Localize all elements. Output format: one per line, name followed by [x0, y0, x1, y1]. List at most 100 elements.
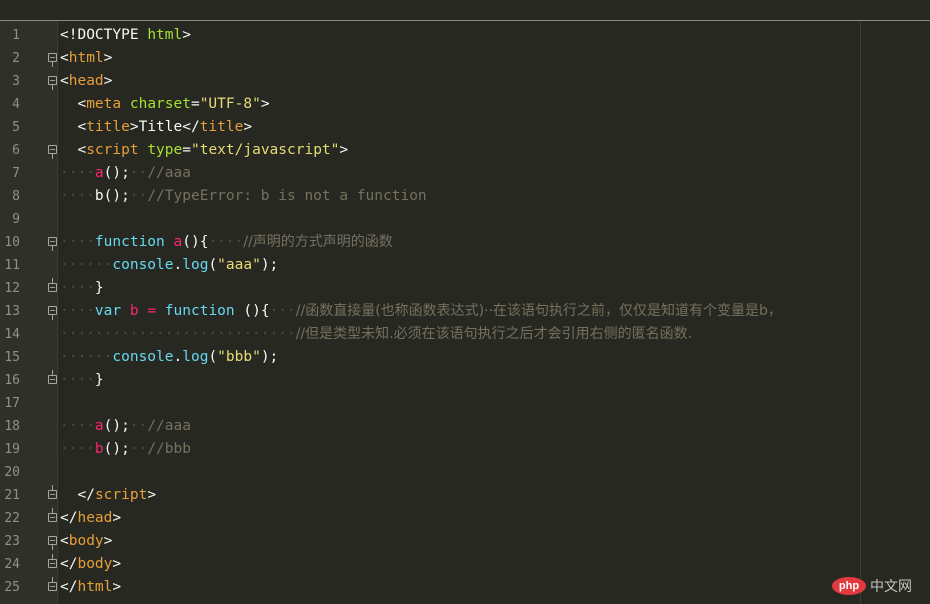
fold-collapse-icon[interactable]: − [48, 237, 57, 251]
line-number: 10 [4, 235, 20, 250]
code-token: "aaa" [217, 257, 261, 273]
code-line[interactable]: 3 − <head> [0, 70, 930, 93]
code-text: <head> [60, 70, 112, 93]
code-text: <script type="text/javascript"> [60, 139, 348, 162]
code-line[interactable]: 6 − <script type="text/javascript"> [0, 139, 930, 162]
code-token: ···· [60, 303, 95, 319]
editor-top-bar [0, 0, 930, 21]
fold-end-icon: − [48, 278, 57, 292]
line-number: 21 [4, 488, 20, 503]
code-token: < [60, 73, 69, 89]
code-line[interactable]: 25 − </html> [0, 576, 930, 599]
line-number: 11 [4, 258, 20, 273]
code-text: ····a();··//aaa [60, 162, 191, 185]
code-token: var [94, 303, 122, 319]
code-token: html [147, 27, 183, 43]
code-token: meta [86, 96, 122, 112]
code-token: ( [208, 257, 218, 273]
code-token: > [182, 27, 191, 43]
code-line[interactable]: 20 [0, 461, 930, 484]
code-token: ···· [60, 188, 95, 204]
code-token: ······ [60, 349, 113, 365]
code-token: </ [60, 556, 78, 572]
code-token: > [103, 73, 113, 89]
code-token: = [182, 142, 191, 158]
line-number: 20 [4, 465, 20, 480]
code-line[interactable]: 12 − ····} [0, 277, 930, 300]
code-text: </html> [60, 576, 121, 599]
code-line[interactable]: 9 [0, 208, 930, 231]
code-token: charset [129, 96, 191, 112]
code-token: title [199, 119, 244, 135]
code-token: <!DOCTYPE [60, 27, 148, 43]
code-token: </ [77, 487, 95, 503]
code-token: ···· [60, 418, 95, 434]
code-token: < [77, 142, 87, 158]
code-token: } [94, 372, 104, 388]
code-line[interactable]: 14 ···························//但是类型未知.必须… [0, 323, 930, 346]
fold-collapse-icon[interactable]: − [48, 53, 57, 67]
code-line[interactable]: 17 [0, 392, 930, 415]
code-line[interactable]: 18 ····a();··//aaa [0, 415, 930, 438]
code-line[interactable]: 2 − <html> [0, 47, 930, 70]
fold-collapse-icon[interactable]: − [48, 536, 57, 550]
code-line[interactable]: 21 − </script> [0, 484, 930, 507]
code-token: ···· [60, 372, 95, 388]
code-text: <html> [60, 47, 112, 70]
code-line[interactable]: 23 − <body> [0, 530, 930, 553]
code-token: ······ [60, 257, 113, 273]
code-text: <meta charset="UTF-8"> [60, 93, 269, 116]
code-token: > [103, 533, 113, 549]
code-line[interactable]: 16 − ····} [0, 369, 930, 392]
code-line[interactable]: 22 − </head> [0, 507, 930, 530]
code-line[interactable]: 13 − ····var b = function (){···//函数直接量(也称… [0, 300, 930, 323]
line-number: 9 [12, 212, 20, 227]
fold-end-icon: − [48, 485, 57, 499]
line-number: 19 [4, 442, 20, 457]
code-token: a [94, 165, 104, 181]
code-line[interactable]: 8 ····b();··//TypeError: b is not a funct… [0, 185, 930, 208]
code-line[interactable]: 5 <title>Title</title> [0, 116, 930, 139]
code-token: < [60, 50, 69, 66]
fold-collapse-icon[interactable]: − [48, 306, 57, 320]
code-token: (){ [234, 303, 270, 319]
code-token: ·· [129, 165, 148, 181]
code-line[interactable]: 7 ····a();··//aaa [0, 162, 930, 185]
code-line[interactable]: 4 <meta charset="UTF-8"> [0, 93, 930, 116]
code-token: title [86, 119, 130, 135]
line-number: 6 [12, 143, 20, 158]
code-line[interactable]: 15 ······console.log("bbb"); [0, 346, 930, 369]
code-token: ···· [60, 165, 95, 181]
line-number: 25 [4, 580, 20, 595]
code-token: function [164, 303, 235, 319]
code-token: b [129, 303, 139, 319]
code-text: ······console.log("aaa"); [60, 254, 278, 277]
line-number: 13 [4, 304, 20, 319]
code-token: (); [103, 165, 130, 181]
code-token: //函数直接量(也称函数表达式)··在该语句执行之前，仅仅是知道有个变量是b， [295, 303, 782, 319]
fold-collapse-icon[interactable]: − [48, 76, 57, 90]
code-token: "text/javascript" [190, 142, 340, 158]
code-line[interactable]: 19 ····b();··//bbb [0, 438, 930, 461]
code-line[interactable]: 1 <!DOCTYPE html> [0, 24, 930, 47]
code-token: > [112, 579, 122, 595]
code-line[interactable]: 11 ······console.log("aaa"); [0, 254, 930, 277]
code-line[interactable]: 24 − </body> [0, 553, 930, 576]
code-token: ···· [60, 280, 95, 296]
code-token: //声明的方式声明的函数 [243, 234, 393, 250]
fold-collapse-icon[interactable]: − [48, 145, 57, 159]
code-token: >Title</ [129, 119, 200, 135]
code-token: > [112, 556, 122, 572]
code-editor[interactable]: 1 <!DOCTYPE html> 2− <html> 3− <head> 4 <meta … [0, 24, 930, 599]
code-token: ( [208, 349, 218, 365]
code-line[interactable]: 10 − ····function a(){····//声明的方式声明的函数 [0, 231, 930, 254]
code-token: console [112, 257, 174, 273]
code-text: ····function a(){····//声明的方式声明的函数 [60, 231, 393, 254]
fold-end-icon: − [48, 554, 57, 568]
line-number: 12 [4, 281, 20, 296]
line-number: 3 [12, 74, 20, 89]
